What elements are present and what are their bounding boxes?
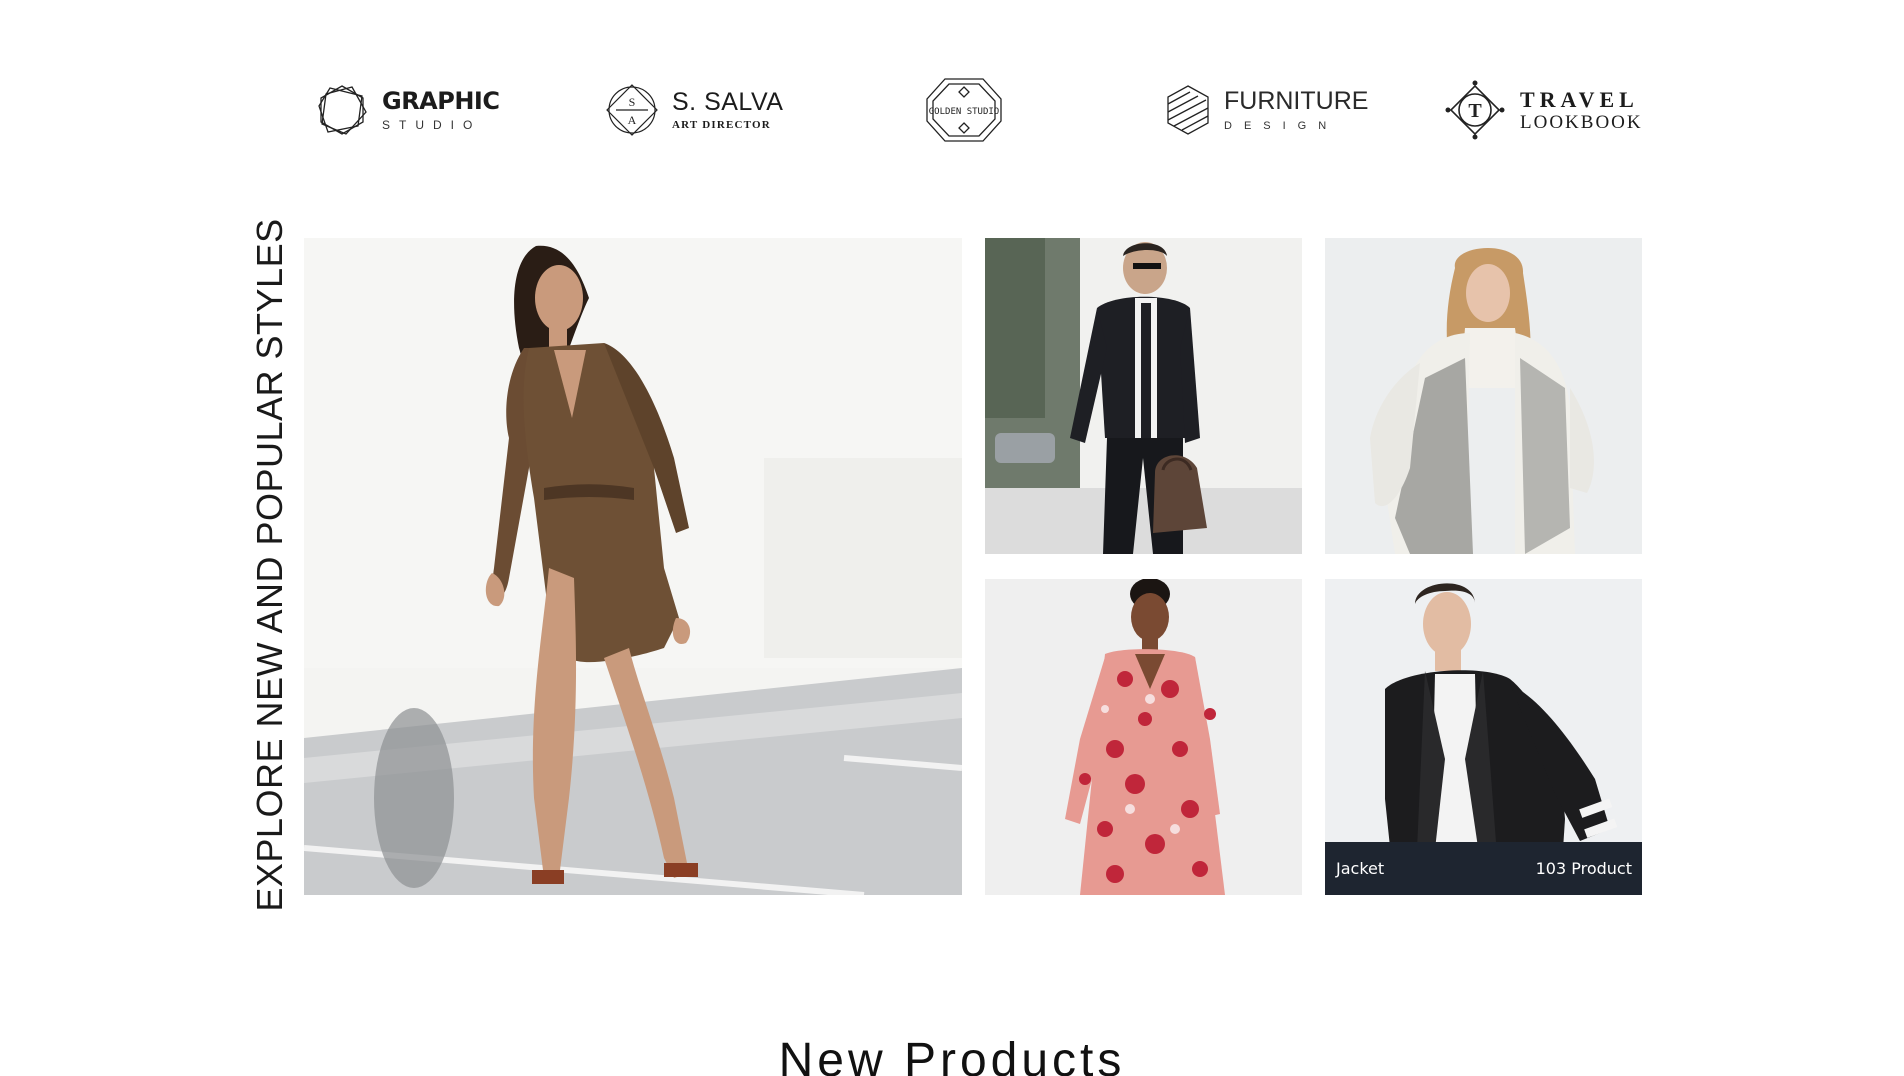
hexagon-logo-icon — [318, 85, 367, 135]
category-label: Jacket — [1336, 859, 1385, 878]
badge-text: GOLDEN STUDIO — [929, 107, 999, 117]
category-caption-bar[interactable]: Jacket 103 Product — [1325, 842, 1642, 895]
brand-subtitle: STUDIO — [382, 118, 482, 132]
woman-brown-dress-photo — [304, 238, 962, 895]
gallery-tile-jacket-category[interactable]: Jacket 103 Product — [1325, 579, 1642, 895]
brand-subtitle: LOOKBOOK — [1520, 111, 1643, 133]
brand-name: TRAVEL — [1520, 86, 1639, 112]
brand-name: GRAPHIC — [382, 87, 500, 115]
diamond-t-logo-icon: T — [1445, 80, 1505, 140]
brand-logos-row: GRAPHIC STUDIO S A S. SALVA ART DIRECTOR — [300, 60, 1643, 160]
man-black-jacket-photo — [985, 238, 1302, 554]
brand-name: FURNITURE — [1224, 86, 1369, 115]
monogram: T — [1468, 100, 1482, 122]
monogram-bottom: A — [628, 113, 637, 127]
gallery-tile-man-jacket[interactable] — [985, 238, 1302, 554]
gallery-tile-main[interactable] — [304, 238, 962, 895]
striped-cube-logo-icon — [1167, 85, 1209, 135]
brand-subtitle: ART DIRECTOR — [672, 118, 771, 131]
explore-vertical-heading: EXPLORE NEW AND POPULAR STYLES — [249, 218, 290, 912]
gallery-tile-floral-dress[interactable] — [985, 579, 1302, 895]
category-product-count: 103 Product — [1535, 859, 1632, 878]
brand-logo-golden-studio[interactable]: GOLDEN STUDIO — [925, 60, 1003, 160]
brand-logo-furniture-design[interactable]: FURNITURE DESIGN — [1166, 60, 1368, 160]
octagon-badge-logo-icon: GOLDEN STUDIO — [926, 78, 1002, 142]
gallery-tile-woman-vest[interactable] — [1325, 238, 1642, 554]
brand-subtitle: DESIGN — [1224, 119, 1339, 132]
brand-logo-travel-lookbook[interactable]: T TRAVEL LOOKBOOK — [1444, 60, 1643, 160]
woman-white-vest-photo — [1325, 238, 1642, 554]
diamond-circle-logo-icon: S A — [606, 84, 658, 136]
brand-name: S. SALVA — [672, 87, 784, 116]
monogram-top: S — [629, 95, 636, 109]
woman-floral-dress-photo — [985, 579, 1302, 895]
brand-logo-s-salva[interactable]: S A S. SALVA ART DIRECTOR — [606, 60, 783, 160]
new-products-heading: New Products — [778, 1034, 1126, 1076]
brand-logo-graphic-studio[interactable]: GRAPHIC STUDIO — [316, 60, 500, 160]
